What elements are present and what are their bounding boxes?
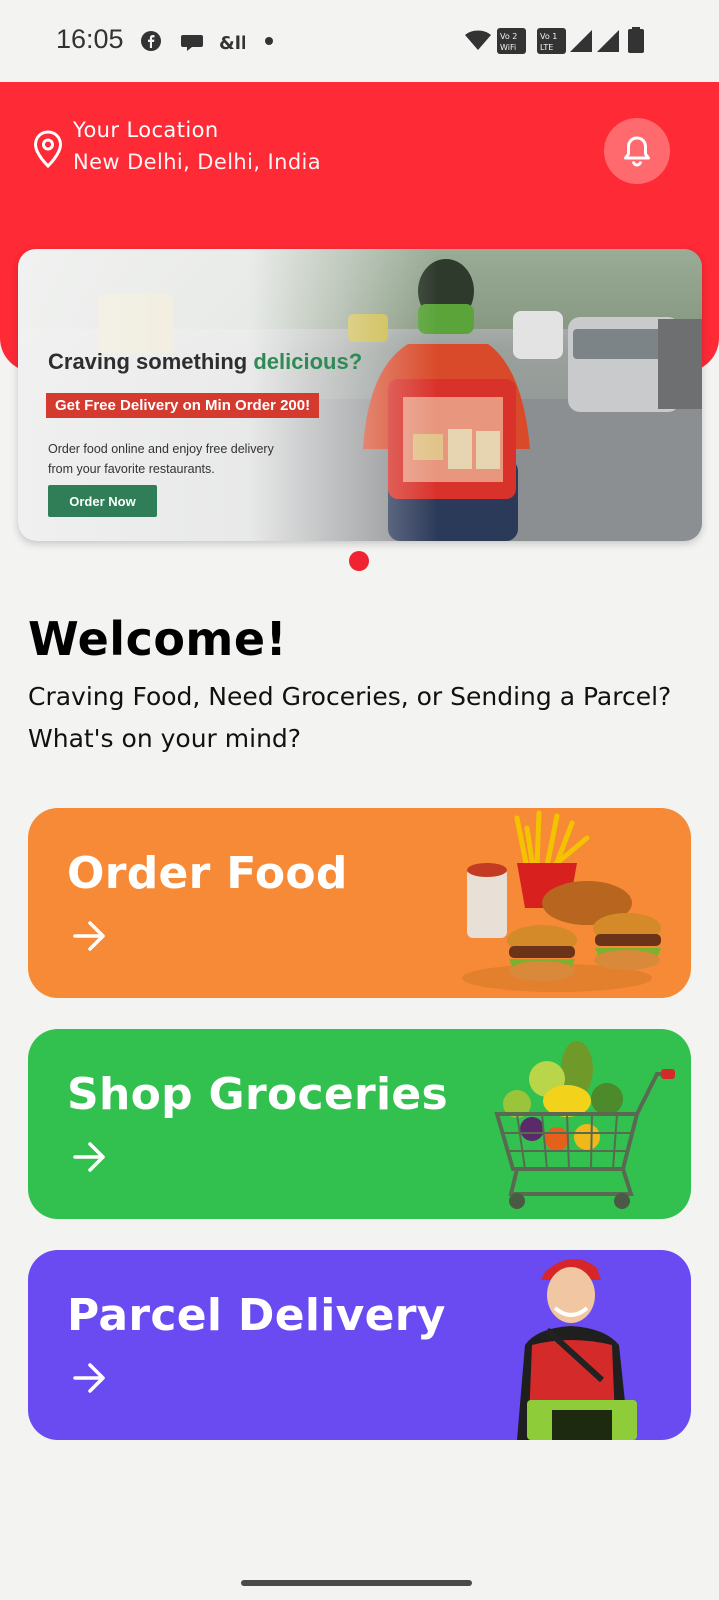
banner-title-text: Craving something	[48, 349, 254, 374]
grocery-cart-illustration	[494, 1041, 675, 1209]
order-food-card[interactable]: Order Food	[28, 808, 691, 998]
svg-text:Vo 1: Vo 1	[540, 32, 557, 41]
order-food-title: Order Food	[67, 848, 348, 899]
volte-icon: Vo 1 LTE	[537, 28, 566, 54]
promo-banner[interactable]: Craving something delicious? Get Free De…	[18, 249, 702, 541]
battery-icon	[628, 27, 644, 53]
parcel-delivery-card[interactable]: Parcel Delivery	[28, 1250, 691, 1440]
food-illustration	[462, 810, 661, 992]
location-value[interactable]: New Delhi, Delhi, India	[73, 150, 321, 174]
welcome-subtitle: Craving Food, Need Groceries, or Sending…	[28, 682, 672, 753]
arrow-right-icon	[73, 1363, 105, 1393]
signal-icon	[597, 30, 619, 52]
svg-text:WiFi: WiFi	[500, 43, 516, 52]
app-icon: &ll	[219, 33, 245, 53]
banner-promo-tag: Get Free Delivery on Min Order 200!	[46, 393, 320, 418]
facebook-icon	[141, 31, 161, 51]
arrow-right-icon	[73, 921, 105, 951]
signal-icon	[570, 30, 592, 52]
banner-title-accent: delicious?	[253, 349, 363, 374]
arrow-right-icon	[73, 1142, 105, 1172]
order-now-button[interactable]: Order Now	[48, 485, 157, 517]
vowifi-icon: Vo 2 WiFi	[497, 28, 526, 54]
gesture-nav-bar[interactable]	[241, 1580, 472, 1586]
banner-title: Craving something delicious?	[48, 349, 362, 375]
location-pin-icon[interactable]	[33, 130, 63, 168]
status-time: 16:05	[56, 24, 124, 54]
banner-description: Order food online and enjoy free deliver…	[48, 442, 274, 476]
location-label[interactable]: Your Location	[73, 118, 219, 142]
carousel-indicator-active[interactable]	[349, 551, 369, 571]
svg-text:LTE: LTE	[540, 43, 553, 52]
dot-icon	[265, 37, 273, 45]
svg-text:&ll: &ll	[219, 33, 245, 53]
chat-icon	[181, 35, 203, 51]
parcel-delivery-title: Parcel Delivery	[67, 1290, 446, 1341]
shop-groceries-title: Shop Groceries	[67, 1069, 449, 1120]
welcome-heading: Welcome!	[28, 612, 288, 666]
delivery-man-illustration	[517, 1258, 637, 1440]
status-bar: 16:05 &ll Vo 2 WiFi Vo 1 LTE	[0, 0, 719, 82]
notification-button[interactable]	[604, 118, 670, 184]
shop-groceries-card[interactable]: Shop Groceries	[28, 1029, 691, 1219]
svg-text:Vo 2: Vo 2	[500, 32, 517, 41]
wifi-icon	[465, 30, 491, 50]
bell-icon	[624, 136, 650, 167]
